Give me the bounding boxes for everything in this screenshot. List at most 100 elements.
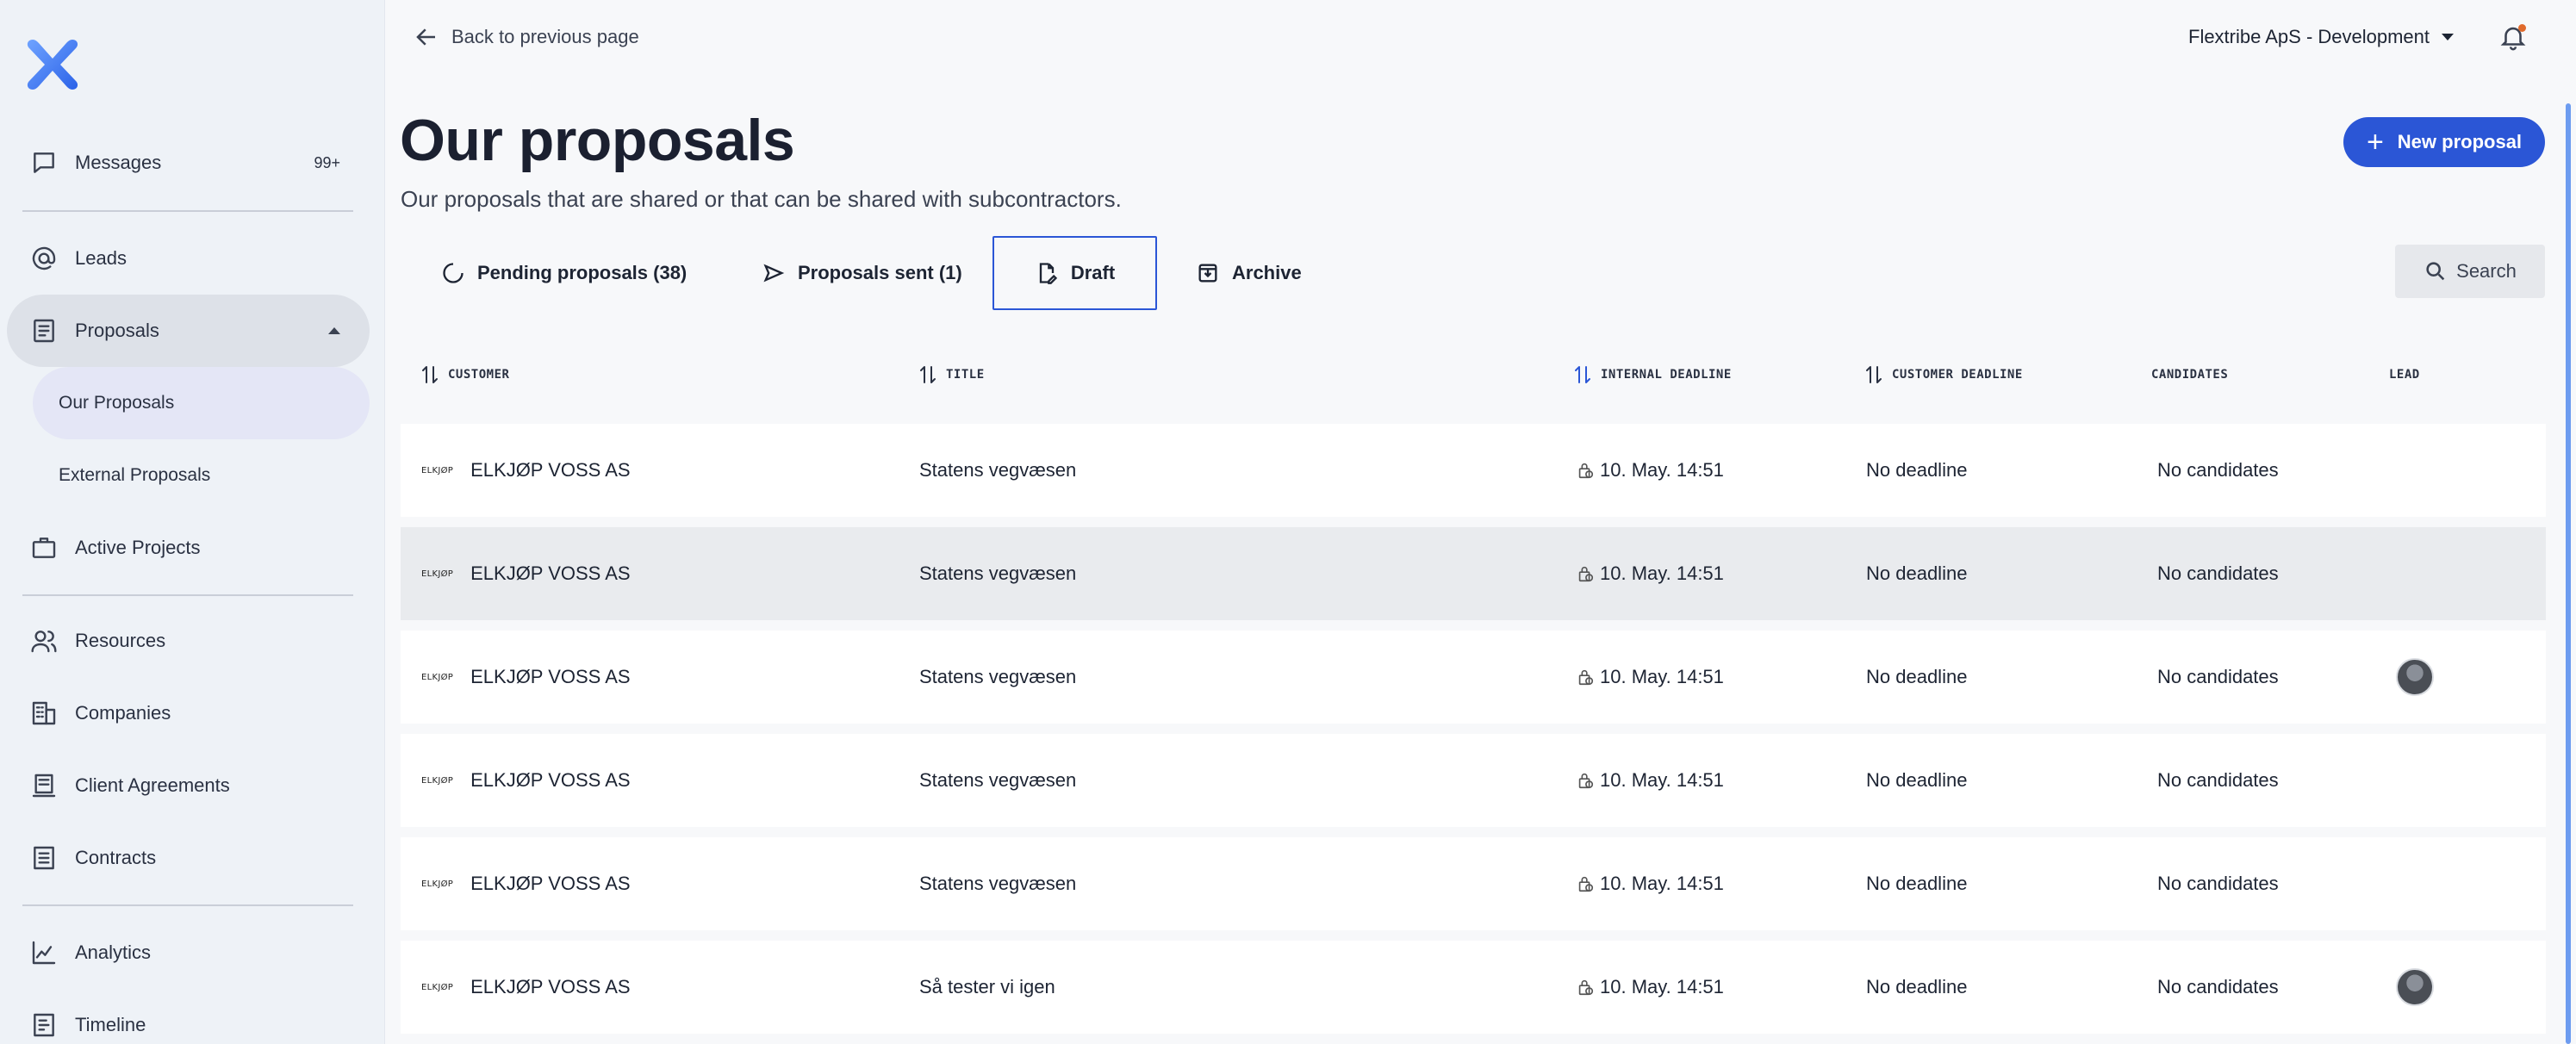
customer-deadline-cell: No deadline <box>1866 769 1968 791</box>
sidebar-divider <box>22 904 353 906</box>
sidebar-subitem-our-proposals[interactable]: Our Proposals <box>33 367 370 439</box>
column-label: LEAD <box>2389 368 2420 382</box>
customer-deadline-cell: No deadline <box>1866 459 1968 481</box>
sidebar-item-messages[interactable]: Messages 99+ <box>7 127 370 199</box>
customer-cell: ELKJØP ELKJØP VOSS AS <box>421 424 631 517</box>
sidebar-item-resources[interactable]: Resources <box>7 605 370 677</box>
internal-deadline-cell: 10. May. 14:51 <box>1576 424 1724 517</box>
document-icon <box>29 316 59 345</box>
tab-label: Draft <box>1070 262 1116 283</box>
new-proposal-button[interactable]: + New proposal <box>2343 117 2545 167</box>
internal-deadline: 10. May. 14:51 <box>1600 666 1724 687</box>
lock-clock-icon <box>1578 463 1594 479</box>
customer-deadline-cell: No deadline <box>1866 873 1968 894</box>
lead-avatar[interactable] <box>2396 658 2434 696</box>
flextribe-logo[interactable] <box>24 36 81 93</box>
internal-deadline: 10. May. 14:51 <box>1600 976 1724 997</box>
column-header-customer-deadline[interactable]: CUSTOMER DEADLINE <box>1864 362 2023 388</box>
customer-name: ELKJØP VOSS AS <box>470 769 631 791</box>
chevron-up-icon <box>328 327 340 334</box>
customer-logo: ELKJØP <box>421 982 454 992</box>
sidebar-item-label: Contracts <box>75 847 157 868</box>
users-icon <box>29 626 59 656</box>
sidebar: Messages 99+ Leads Proposals Our Proposa… <box>0 0 385 1044</box>
internal-deadline-cell: 10. May. 14:51 <box>1576 631 1724 724</box>
sidebar-item-client-agreements[interactable]: Client Agreements <box>7 749 370 822</box>
tab-label: Pending proposals (38) <box>477 262 688 283</box>
lead-cell <box>2396 631 2434 724</box>
customer-name: ELKJØP VOSS AS <box>470 459 631 481</box>
customer-name: ELKJØP VOSS AS <box>470 976 631 997</box>
customer-logo: ELKJØP <box>421 465 454 475</box>
customer-logo: ELKJØP <box>421 569 454 579</box>
sidebar-divider <box>22 594 353 596</box>
lock-clock-icon <box>1578 566 1594 582</box>
sidebar-subitem-label: External Proposals <box>59 465 211 485</box>
candidates-cell: No candidates <box>2157 459 2279 481</box>
draft-icon <box>1039 263 1057 284</box>
table-row[interactable]: ELKJØP ELKJØP VOSS AS Så tester vi igen 10.… <box>401 941 2546 1034</box>
scrollbar[interactable] <box>2566 103 2571 1044</box>
candidates-cell: No candidates <box>2157 562 2279 584</box>
customer-cell: ELKJØP ELKJØP VOSS AS <box>421 527 631 620</box>
lead-avatar[interactable] <box>2396 968 2434 1006</box>
table-row[interactable]: ELKJØP ELKJØP VOSS AS Statens vegvæsen 10. … <box>401 527 2546 620</box>
archive-icon <box>1198 264 1217 283</box>
table-row[interactable]: ELKJØP ELKJØP VOSS AS Statens vegvæsen 10. … <box>401 424 2546 517</box>
sidebar-item-label: Active Projects <box>75 537 201 558</box>
tab-pending-proposals[interactable]: Pending proposals (38) <box>441 236 687 310</box>
sidebar-item-timeline[interactable]: Timeline <box>7 989 370 1044</box>
candidates-cell: No candidates <box>2157 666 2279 687</box>
internal-deadline: 10. May. 14:51 <box>1600 873 1724 894</box>
column-header-title[interactable]: TITLE <box>918 362 985 388</box>
sidebar-item-proposals[interactable]: Proposals <box>7 295 370 367</box>
customer-cell: ELKJØP ELKJØP VOSS AS <box>421 631 631 724</box>
sidebar-item-label: Analytics <box>75 941 152 963</box>
internal-deadline: 10. May. 14:51 <box>1600 459 1724 481</box>
sidebar-item-leads[interactable]: Leads <box>7 222 370 295</box>
table-row[interactable]: ELKJØP ELKJØP VOSS AS Statens vegvæsen 10. … <box>401 734 2546 827</box>
column-header-internal-deadline[interactable]: INTERNAL DEADLINE <box>1573 362 1732 388</box>
back-link[interactable]: Back to previous page <box>414 24 639 50</box>
column-label: CANDIDATES <box>2151 368 2229 382</box>
column-label: CUSTOMER DEADLINE <box>1892 368 2023 382</box>
contract-icon <box>29 843 59 873</box>
lock-clock-icon <box>1578 876 1594 892</box>
notifications-button[interactable] <box>2498 22 2528 52</box>
chart-icon <box>29 938 59 967</box>
column-label: TITLE <box>946 368 985 382</box>
title-cell: Statens vegvæsen <box>919 873 1077 894</box>
sort-icon <box>920 366 936 383</box>
tab-archive[interactable]: Archive <box>1196 236 1302 310</box>
customer-name: ELKJØP VOSS AS <box>470 562 631 584</box>
sidebar-subitem-external-proposals[interactable]: External Proposals <box>33 439 370 512</box>
title-cell: Så tester vi igen <box>919 976 1055 997</box>
sidebar-item-contracts[interactable]: Contracts <box>7 822 370 894</box>
search-icon <box>2426 262 2445 281</box>
sidebar-item-label: Companies <box>75 702 171 724</box>
search-button[interactable]: Search <box>2395 245 2545 298</box>
sidebar-item-active-projects[interactable]: Active Projects <box>7 512 370 584</box>
tab-proposals-sent[interactable]: Proposals sent (1) <box>762 236 962 310</box>
customer-deadline-cell: No deadline <box>1866 666 1968 687</box>
table-row[interactable]: ELKJØP ELKJØP VOSS AS Statens vegvæsen 10. … <box>401 631 2546 724</box>
customer-cell: ELKJØP ELKJØP VOSS AS <box>421 941 631 1034</box>
sidebar-item-label: Messages <box>75 152 162 173</box>
sidebar-item-analytics[interactable]: Analytics <box>7 917 370 989</box>
title-cell: Statens vegvæsen <box>919 769 1077 791</box>
tab-draft[interactable]: Draft <box>992 236 1157 310</box>
table-row[interactable]: ELKJØP ELKJØP VOSS AS Statens vegvæsen 10. … <box>401 837 2546 930</box>
internal-deadline-cell: 10. May. 14:51 <box>1576 941 1724 1034</box>
column-header-customer[interactable]: CUSTOMER <box>420 362 509 388</box>
customer-deadline-cell: No deadline <box>1866 976 1968 997</box>
org-selector[interactable]: Flextribe ApS - Development <box>2188 26 2455 48</box>
back-label: Back to previous page <box>451 26 639 47</box>
sidebar-item-companies[interactable]: Companies <box>7 677 370 749</box>
unread-badge: 99+ <box>314 153 340 171</box>
building-icon <box>29 699 59 728</box>
internal-deadline: 10. May. 14:51 <box>1600 562 1724 584</box>
tab-label: Archive <box>1232 262 1302 283</box>
sort-active-icon <box>1575 366 1590 383</box>
internal-deadline-cell: 10. May. 14:51 <box>1576 527 1724 620</box>
sidebar-item-label: Client Agreements <box>75 774 230 796</box>
